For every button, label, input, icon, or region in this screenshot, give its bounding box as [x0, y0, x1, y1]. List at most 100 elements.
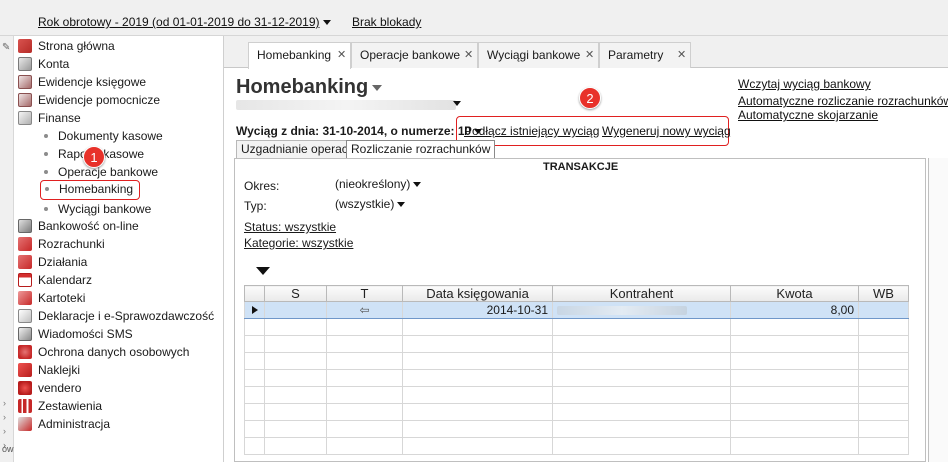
empty-cell[interactable] [326, 318, 403, 336]
empty-cell[interactable] [264, 335, 327, 353]
empty-cell[interactable] [858, 318, 909, 336]
sidebar-item-kalendarz[interactable]: Kalendarz [18, 271, 92, 289]
chevron-right-icon[interactable]: › [3, 398, 6, 408]
cell-kontrahent[interactable] [552, 301, 731, 319]
close-icon[interactable]: ✕ [585, 43, 594, 67]
empty-cell[interactable] [552, 437, 731, 455]
sidebar-item-zestawienia[interactable]: Zestawienia [18, 397, 102, 415]
column-header-s[interactable]: S [264, 285, 327, 302]
empty-cell[interactable] [402, 369, 553, 387]
empty-cell[interactable] [730, 352, 859, 370]
chevron-down-icon[interactable] [453, 101, 461, 106]
empty-cell[interactable] [858, 403, 909, 421]
lock-status-link[interactable]: Brak blokady [352, 15, 421, 29]
sidebar-item-naklejki[interactable]: Naklejki [18, 361, 80, 379]
empty-cell[interactable] [730, 335, 859, 353]
table-row[interactable] [244, 335, 909, 353]
sidebar-item-vendero[interactable]: vendero [18, 379, 81, 397]
empty-cell[interactable] [326, 369, 403, 387]
empty-cell[interactable] [402, 352, 553, 370]
sidebar-item-wyciagi-bankowe[interactable]: Wyciągi bankowe [44, 200, 151, 218]
table-row[interactable] [244, 403, 909, 421]
empty-cell[interactable] [552, 352, 731, 370]
tab-wyciagi-bankowe[interactable]: Wyciągi bankowe ✕ [478, 42, 599, 68]
table-row[interactable] [244, 352, 909, 370]
close-icon[interactable]: ✕ [337, 43, 346, 67]
tab-operacje-bankowe[interactable]: Operacje bankowe ✕ [351, 42, 478, 68]
empty-cell[interactable] [326, 386, 403, 404]
empty-cell[interactable] [326, 420, 403, 438]
category-filter-link[interactable]: Kategorie: wszystkie [244, 236, 353, 250]
table-row[interactable] [244, 369, 909, 387]
table-row[interactable] [244, 318, 909, 336]
cell-t[interactable]: ⇦ [326, 301, 403, 319]
close-icon[interactable]: ✕ [464, 43, 473, 67]
auto-settlement-link[interactable]: Automatyczne rozliczanie rozrachunków [738, 94, 948, 108]
empty-cell[interactable] [264, 352, 327, 370]
empty-cell[interactable] [552, 318, 731, 336]
sidebar-item-dzialania[interactable]: Działania [18, 253, 87, 271]
empty-cell[interactable] [552, 386, 731, 404]
page-title-dropdown[interactable]: Homebanking [236, 76, 383, 99]
chevron-right-icon[interactable]: › [3, 426, 6, 436]
tab-homebanking[interactable]: Homebanking ✕ [248, 42, 351, 69]
column-header-kwota[interactable]: Kwota [730, 285, 859, 302]
tab-rozliczanie-rozrachunkow[interactable]: Rozliczanie rozrachunków [346, 140, 496, 158]
empty-cell[interactable] [730, 420, 859, 438]
sidebar-item-ewidencje-ksiegowe[interactable]: Ewidencje księgowe [18, 73, 146, 91]
empty-cell[interactable] [730, 369, 859, 387]
sidebar-item-bankowosc-online[interactable]: Bankowość on-line [18, 217, 139, 235]
empty-cell[interactable] [402, 437, 553, 455]
empty-cell[interactable] [552, 420, 731, 438]
fiscal-year-dropdown[interactable]: Rok obrotowy - 2019 (od 01-01-2019 do 31… [38, 15, 331, 29]
generate-new-statement-link[interactable]: Wygeneruj nowy wyciąg [602, 124, 731, 138]
empty-cell[interactable] [858, 437, 909, 455]
sidebar-item-wiadomosci-sms[interactable]: Wiadomości SMS [18, 325, 133, 343]
empty-cell[interactable] [730, 386, 859, 404]
empty-cell[interactable] [326, 437, 403, 455]
empty-cell[interactable] [264, 369, 327, 387]
empty-cell[interactable] [264, 420, 327, 438]
sidebar-item-deklaracje[interactable]: Deklaracje i e-Sprawozdawczość [18, 307, 214, 325]
empty-cell[interactable] [552, 369, 731, 387]
empty-cell[interactable] [858, 335, 909, 353]
empty-cell[interactable] [730, 318, 859, 336]
sidebar-item-dokumenty-kasowe[interactable]: Dokumenty kasowe [44, 127, 163, 145]
sidebar-item-ochrona-danych[interactable]: Ochrona danych osobowych [18, 343, 189, 361]
empty-cell[interactable] [402, 420, 553, 438]
sidebar-item-rozrachunki[interactable]: Rozrachunki [18, 235, 105, 253]
attach-existing-statement-link[interactable]: Podłącz istniejący wyciąg [464, 124, 599, 138]
tab-uzgadnianie-operacji[interactable]: Uzgadnianie operacji [236, 140, 359, 158]
column-header-t[interactable]: T [326, 285, 403, 302]
sidebar-item-konta[interactable]: Konta [18, 55, 69, 73]
period-dropdown[interactable]: (nieokreślony) [335, 177, 422, 191]
table-row[interactable] [244, 420, 909, 438]
empty-cell[interactable] [552, 403, 731, 421]
empty-cell[interactable] [858, 386, 909, 404]
sidebar-item-strona-glowna[interactable]: Strona główna [18, 37, 115, 55]
empty-cell[interactable] [402, 335, 553, 353]
empty-cell[interactable] [730, 403, 859, 421]
sidebar-item-homebanking[interactable]: Homebanking [40, 180, 141, 200]
empty-cell[interactable] [858, 352, 909, 370]
cell-date[interactable]: 2014-10-31 [402, 301, 553, 319]
account-select[interactable] [236, 100, 456, 110]
empty-cell[interactable] [730, 437, 859, 455]
column-header-wb[interactable]: WB [858, 285, 909, 302]
empty-cell[interactable] [326, 335, 403, 353]
empty-cell[interactable] [264, 386, 327, 404]
close-icon[interactable]: ✕ [677, 43, 686, 67]
sidebar-item-finanse[interactable]: Finanse [18, 109, 81, 127]
pin-icon[interactable]: ✎ [2, 42, 10, 53]
chevron-right-icon[interactable]: › [3, 412, 6, 422]
column-header-kontrahent[interactable]: Kontrahent [552, 285, 731, 302]
table-row[interactable]: ⇦ 2014-10-31 8,00 [244, 301, 909, 319]
sidebar-item-kartoteki[interactable]: Kartoteki [18, 289, 85, 307]
empty-cell[interactable] [326, 403, 403, 421]
tab-parametry[interactable]: Parametry ✕ [599, 42, 691, 68]
status-filter-link[interactable]: Status: wszystkie [244, 220, 336, 234]
empty-cell[interactable] [858, 369, 909, 387]
column-header-data-ksiegowania[interactable]: Data księgowania [402, 285, 553, 302]
empty-cell[interactable] [264, 437, 327, 455]
auto-matching-link[interactable]: Automatyczne skojarzanie [738, 108, 878, 122]
